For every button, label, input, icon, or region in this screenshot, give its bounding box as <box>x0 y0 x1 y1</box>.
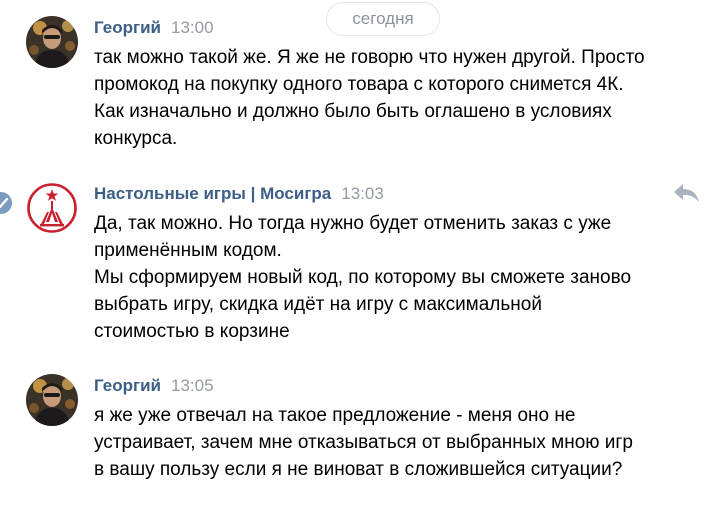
mosigra-logo-icon <box>26 182 78 234</box>
message-line: Как изначально и должно было быть оглаше… <box>94 101 612 122</box>
message-line: стоимостью в корзине <box>94 321 290 342</box>
author-name[interactable]: Георгий <box>94 18 161 37</box>
message-header: Георгий 13:05 <box>94 374 214 398</box>
message-line: в вашу пользу если я не виноват в сложив… <box>94 459 623 480</box>
message-line: так можно такой же. Я же не говорю что н… <box>94 47 645 68</box>
message-time[interactable]: 13:03 <box>341 184 384 203</box>
user-photo-avatar-icon <box>26 374 78 426</box>
message-line: выбрать игру, скидка идёт на игру с макс… <box>94 294 542 315</box>
message-text: так можно такой же. Я же не говорю что н… <box>94 44 694 152</box>
message-line: Мы сформируем новый код, по которому вы … <box>94 267 632 288</box>
author-name[interactable]: Настольные игры | Мосигра <box>94 184 331 203</box>
avatar[interactable] <box>26 374 78 426</box>
message-time[interactable]: 13:00 <box>171 18 214 37</box>
message-line: конкурса. <box>94 128 178 149</box>
message-line: я же уже отвечал на такое предложение - … <box>94 405 576 426</box>
message-line: устраивает, зачем мне отказываться от вы… <box>94 432 633 453</box>
message-line: промокод на покупку одного товара с кото… <box>94 74 624 95</box>
user-photo-avatar-icon <box>26 16 78 68</box>
message-line: Да, так можно. Но тогда нужно будет отме… <box>94 213 612 234</box>
checkmark-icon <box>0 197 9 209</box>
reply-icon[interactable] <box>672 182 702 204</box>
message-header: Георгий 13:00 <box>94 16 214 40</box>
author-name[interactable]: Георгий <box>94 376 161 395</box>
avatar[interactable] <box>26 182 78 234</box>
message-time[interactable]: 13:05 <box>171 376 214 395</box>
message-text: Да, так можно. Но тогда нужно будет отме… <box>94 210 694 345</box>
message-text: я же уже отвечал на такое предложение - … <box>94 402 694 483</box>
date-divider: сегодня <box>326 2 440 36</box>
avatar[interactable] <box>26 16 78 68</box>
selected-checkmark[interactable] <box>0 192 12 214</box>
message-line: применённым кодом. <box>94 240 282 261</box>
message-header: Настольные игры | Мосигра 13:03 <box>94 182 384 206</box>
